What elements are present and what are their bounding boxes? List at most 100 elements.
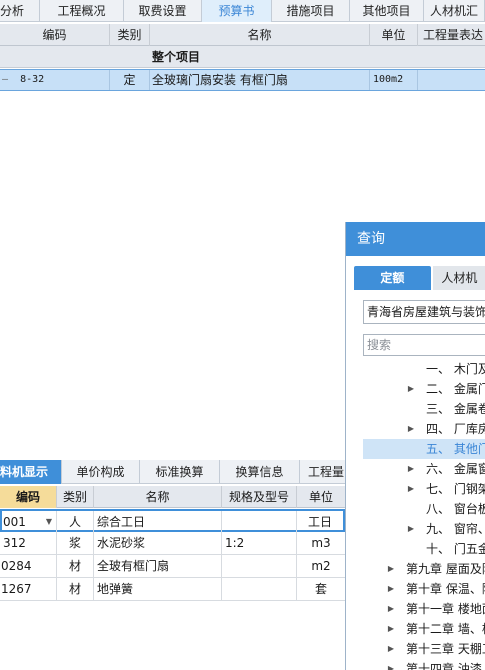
detail-code: 001 [3,515,26,529]
query-tab-bar: 定额 人材机 [354,266,485,290]
detail-spec[interactable]: 1:2 [222,532,297,554]
col-qty-expression[interactable]: 工程量表达 [418,24,485,46]
tree-item[interactable]: 五、 其他门 [363,439,485,459]
query-panel-title[interactable]: 查询 [346,222,485,256]
tree-item[interactable]: ▶ 第十章 保温、隔 [363,579,485,599]
col-code[interactable]: 编码 [0,24,110,46]
tree-item[interactable]: ▶ 七、 门钢架 [363,479,485,499]
detail-spec[interactable] [222,511,297,533]
tab-quantity[interactable]: 工程量 [300,460,345,484]
item-code-cell[interactable]: — 8-32 [0,70,110,90]
detail-unit[interactable]: 工日 [297,511,343,533]
table-row[interactable]: 0284 材 全玻有框门扇 m2 [0,555,345,578]
detail-unit[interactable]: m2 [297,555,345,577]
col-unit[interactable]: 单位 [370,24,418,46]
tree-item-label: 二、 金属门 [426,382,485,396]
item-code: 8-32 [20,74,45,85]
tree-item[interactable]: 三、 金属卷 [363,399,485,419]
tree-item[interactable]: ▶ 第十二章 墙、柱 [363,619,485,639]
expand-arrow-icon[interactable]: ▶ [386,639,396,659]
table-row[interactable]: 1267 材 地弹簧 套 [0,578,345,601]
detail-spec[interactable] [222,555,297,577]
detail-grid-header: 编码 类别 名称 规格及型号 单位 [0,486,345,508]
expand-arrow-icon[interactable]: ▶ [406,379,416,399]
tab-budget-book[interactable]: 预算书 [202,0,272,22]
tab-other-items[interactable]: 其他项目 [350,0,424,22]
detail-col-spec[interactable]: 规格及型号 [222,486,297,508]
tree-item[interactable]: ▶ 第九章 屋面及防 [363,559,485,579]
tab-material-display[interactable]: 料机显示 [0,460,62,484]
detail-type[interactable]: 浆 [57,532,94,554]
item-type[interactable]: 定 [110,70,150,90]
tree-item[interactable]: 八、 窗台板 [363,499,485,519]
detail-type[interactable]: 人 [57,511,94,533]
tab-labor-material-machine[interactable]: 人材机 [432,266,485,290]
col-name[interactable]: 名称 [150,24,370,46]
tab-fee-settings[interactable]: 取费设置 [124,0,202,22]
detail-unit[interactable]: m3 [297,532,345,554]
detail-name[interactable]: 综合工日 [94,511,222,533]
top-tab-bar: 分析 工程概况 取费设置 预算书 措施项目 其他项目 人材机汇 [0,0,485,22]
expand-arrow-icon[interactable]: ▶ [386,619,396,639]
tree-item[interactable]: ▶ 六、 金属窗 [363,459,485,479]
col-type[interactable]: 类别 [110,24,150,46]
tree-item-label: 十、 门五金 [426,542,485,556]
query-panel: 查询 定额 人材机 青海省房屋建筑与装饰 搜索 一、 木门及 ▶ 二、 金属门 三、 … [345,222,485,670]
detail-type[interactable]: 材 [57,578,94,600]
expand-arrow-icon[interactable]: ▶ [406,459,416,479]
tab-analysis[interactable]: 分析 [0,0,40,22]
project-total-row[interactable]: 整个项目 [0,46,485,68]
table-row-selected[interactable]: — 8-32 定 全玻璃门扇安装 有框门扇 100m2 [0,69,485,91]
detail-code[interactable]: 0284 [0,555,57,577]
tab-conversion-info[interactable]: 换算信息 [220,460,300,484]
tree-item-label: 三、 金属卷 [426,402,485,416]
item-name[interactable]: 全玻璃门扇安装 有框门扇 [150,70,370,90]
tree-item[interactable]: 一、 木门及 [363,359,485,379]
tree-item[interactable]: 十、 门五金 [363,539,485,559]
tree-item[interactable]: ▶ 第十四章 油漆、 [363,659,485,670]
detail-col-code[interactable]: 编码 [0,486,57,508]
expand-arrow-icon[interactable]: ▶ [406,519,416,539]
tab-project-overview[interactable]: 工程概况 [40,0,124,22]
item-qty-expression[interactable] [418,70,485,90]
tree-item-label: 九、 窗帘、 [426,522,485,536]
detail-code-cell[interactable]: 001 ▼ [2,511,57,533]
tree-item[interactable]: ▶ 四、 厂库房 [363,419,485,439]
detail-name[interactable]: 地弹簧 [94,578,222,600]
detail-col-type[interactable]: 类别 [57,486,94,508]
tree-item[interactable]: ▶ 九、 窗帘、 [363,519,485,539]
expand-arrow-icon[interactable]: ▶ [386,599,396,619]
tab-unit-price[interactable]: 单价构成 [62,460,140,484]
tree-item-label: 第十一章 楼地面 [406,602,485,616]
tab-quota[interactable]: 定额 [354,266,431,290]
expand-arrow-icon[interactable]: ▶ [406,419,416,439]
detail-name[interactable]: 全玻有框门扇 [94,555,222,577]
chevron-down-icon[interactable]: ▼ [46,511,52,533]
tree-item[interactable]: ▶ 第十一章 楼地面 [363,599,485,619]
tab-labor-material[interactable]: 人材机汇 [424,0,485,22]
tree-item[interactable]: ▶ 第十三章 天棚工 [363,639,485,659]
detail-code[interactable]: 1267 [0,578,57,600]
detail-type[interactable]: 材 [57,555,94,577]
expand-arrow-icon[interactable]: ▶ [386,559,396,579]
table-row[interactable]: 001 ▼ 人 综合工日 工日 [0,509,345,533]
expand-arrow-icon[interactable]: ▶ [386,579,396,599]
expand-arrow-icon[interactable]: ▶ [386,659,396,670]
tree-item-label: 五、 其他门 [426,442,485,456]
search-input[interactable]: 搜索 [363,334,485,356]
detail-name[interactable]: 水泥砂浆 [94,532,222,554]
tab-measures[interactable]: 措施项目 [272,0,350,22]
tree-item-label: 四、 厂库房 [426,422,485,436]
quota-library-select[interactable]: 青海省房屋建筑与装饰 [363,300,485,324]
detail-unit[interactable]: 套 [297,578,345,600]
tree-item[interactable]: ▶ 二、 金属门 [363,379,485,399]
item-unit[interactable]: 100m2 [370,70,418,90]
detail-col-name[interactable]: 名称 [94,486,222,508]
detail-col-unit[interactable]: 单位 [297,486,345,508]
project-total-label: 整个项目 [152,50,201,64]
expand-arrow-icon[interactable]: ▶ [406,479,416,499]
detail-spec[interactable] [222,578,297,600]
detail-code[interactable]: 312 [0,532,57,554]
table-row[interactable]: 312 浆 水泥砂浆 1:2 m3 [0,532,345,555]
tab-standard-conversion[interactable]: 标准换算 [140,460,220,484]
